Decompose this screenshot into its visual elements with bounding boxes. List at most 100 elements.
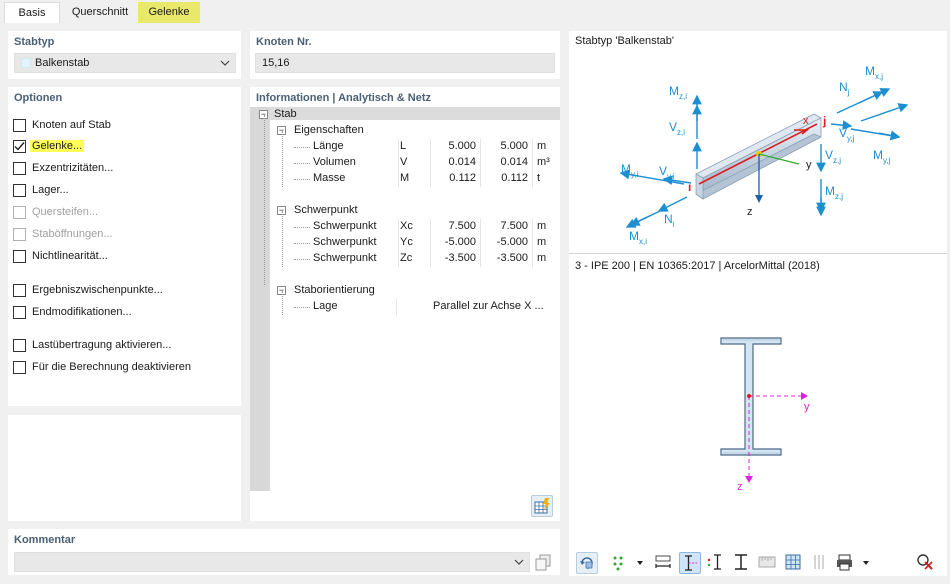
- tab-querschnitt[interactable]: Querschnitt: [62, 2, 138, 23]
- label-mxj: Mx,j: [865, 64, 883, 81]
- kommentar-heading: Kommentar: [14, 534, 76, 546]
- row-value: Parallel zur Achse X ...: [433, 300, 544, 312]
- cross-section-drawing: y z: [720, 337, 810, 493]
- section-z-label: z: [737, 481, 743, 493]
- row-symbol: M: [400, 172, 410, 184]
- section-outline-button[interactable]: [731, 552, 753, 574]
- table-row: Länge L 5.000 5.000 m: [270, 139, 560, 155]
- color-swatch-icon: [21, 58, 31, 68]
- row-value-analytic: -5.000: [444, 236, 476, 248]
- kommentar-input[interactable]: [14, 552, 530, 572]
- checkbox-knoten-auf-stab[interactable]: [13, 119, 26, 132]
- chevron-down-icon[interactable]: [514, 559, 524, 565]
- label-myj: My,j: [873, 148, 891, 165]
- table-row: Lage Parallel zur Achse X ...: [270, 299, 560, 315]
- label-myi: My,i: [621, 162, 639, 179]
- z-arrow-icon: [755, 195, 763, 203]
- dimension-button[interactable]: [653, 552, 675, 574]
- table-row: Schwerpunkt Zc -3.500 -3.500 m: [270, 251, 560, 267]
- member-diagram: x y z i j Mz,i Vz,i My,i Vy,i Ni Mx,i Mx…: [619, 64, 909, 246]
- rotate-view-button[interactable]: [576, 552, 598, 574]
- ruler-icon: [758, 556, 776, 568]
- row-symbol: Xc: [400, 220, 413, 232]
- row-value-analytic: 0.112: [449, 172, 476, 184]
- option-label: Exzentrizitäten...: [32, 162, 114, 174]
- checkbox-lager[interactable]: [13, 184, 26, 197]
- checkbox-ergebniszwischenpunkte[interactable]: [13, 284, 26, 297]
- printer-icon: [837, 554, 869, 571]
- checkbox-lastuebertragung[interactable]: [13, 339, 26, 352]
- checkmark-icon: [14, 142, 25, 151]
- table-view-button[interactable]: [783, 552, 805, 574]
- y-arrow-icon: [801, 392, 808, 400]
- axis-y-label: y: [806, 159, 812, 171]
- stress-points-button[interactable]: [705, 552, 727, 574]
- row-unit: m: [537, 236, 547, 248]
- checkbox-nichtlinearitaet[interactable]: [13, 250, 26, 263]
- tree-group-row: − Eigenschaften: [270, 123, 560, 139]
- row-value-analytic: 5.000: [448, 140, 476, 152]
- table-row: Volumen V 0.014 0.014 m³: [270, 155, 560, 171]
- display-points-button[interactable]: [609, 552, 649, 574]
- zoom-reset-button[interactable]: [915, 552, 937, 574]
- tree-group-row: − Staborientierung: [270, 283, 560, 299]
- tree-group-label: Staborientierung: [294, 284, 375, 296]
- node-j-label: j: [822, 114, 826, 128]
- chevron-down-icon: [863, 561, 869, 565]
- row-symbol: Yc: [400, 236, 413, 248]
- table-grid-icon: [534, 498, 550, 514]
- label-vzj: Vz,j: [825, 148, 841, 165]
- ibeam-icon: [735, 554, 747, 570]
- knoten-heading: Knoten Nr.: [256, 36, 312, 48]
- tab-gelenke[interactable]: Gelenke: [138, 2, 200, 23]
- preview-toolbar: [569, 550, 947, 576]
- info-heading: Informationen | Analytisch & Netz: [256, 92, 432, 104]
- tree-group-label: Schwerpunkt: [294, 204, 358, 216]
- checkbox-berechnung-deaktivieren[interactable]: [13, 361, 26, 374]
- tree-connector: [282, 291, 283, 315]
- row-symbol: L: [400, 140, 407, 152]
- checkbox-endmodifikationen[interactable]: [13, 306, 26, 319]
- row-label: Länge: [313, 140, 344, 152]
- row-value-analytic: 7.500: [448, 220, 476, 232]
- chevron-down-icon[interactable]: [220, 60, 230, 66]
- knoten-value: 15,16: [262, 57, 290, 69]
- label-ni: Ni: [664, 212, 675, 229]
- checkbox-exzentrizitaeten[interactable]: [13, 162, 26, 175]
- stabtyp-dropdown[interactable]: Balkenstab: [14, 53, 236, 73]
- row-label: Schwerpunkt: [313, 220, 377, 232]
- row-unit: m: [537, 220, 547, 232]
- tree-gutter: [250, 107, 270, 491]
- label-nj: Nj: [839, 80, 850, 97]
- tree-group-label: Eigenschaften: [294, 124, 364, 136]
- tab-basis[interactable]: Basis: [4, 2, 60, 23]
- checkbox-quersteifen: [13, 206, 26, 219]
- tree-root-row: − Stab: [259, 107, 560, 123]
- axes-section-icon: [685, 555, 697, 571]
- dimensions-disabled-button[interactable]: [757, 552, 779, 574]
- preview-divider: [569, 253, 947, 254]
- option-label: Für die Berechnung deaktivieren: [32, 361, 191, 373]
- row-label: Masse: [313, 172, 346, 184]
- stress-points-icon: [707, 554, 721, 570]
- tree-group-row: − Schwerpunkt: [270, 203, 560, 219]
- row-value-analytic: 0.014: [448, 156, 476, 168]
- section-caption: 3 - IPE 200 | EN 10365:2017 | ArcelorMit…: [575, 260, 820, 272]
- row-label: Schwerpunkt: [313, 252, 377, 264]
- tree-connector: [264, 115, 265, 285]
- print-button[interactable]: [835, 552, 875, 574]
- section-axes-button[interactable]: [679, 552, 701, 574]
- knoten-field[interactable]: 15,16: [255, 53, 555, 73]
- label-vzi: Vz,i: [669, 120, 685, 137]
- section-centroid: [747, 394, 751, 398]
- option-label: Lager...: [32, 184, 69, 196]
- checkbox-gelenke[interactable]: [13, 140, 26, 153]
- dots-icon: [613, 556, 643, 571]
- tree-connector: [282, 211, 283, 267]
- row-unit: t: [537, 172, 541, 184]
- tree-root-label: Stab: [274, 108, 297, 120]
- mesh-button[interactable]: [809, 552, 831, 574]
- table-settings-button[interactable]: [531, 495, 553, 517]
- row-value-mesh: -3.500: [496, 252, 528, 264]
- copy-icon[interactable]: [534, 553, 554, 571]
